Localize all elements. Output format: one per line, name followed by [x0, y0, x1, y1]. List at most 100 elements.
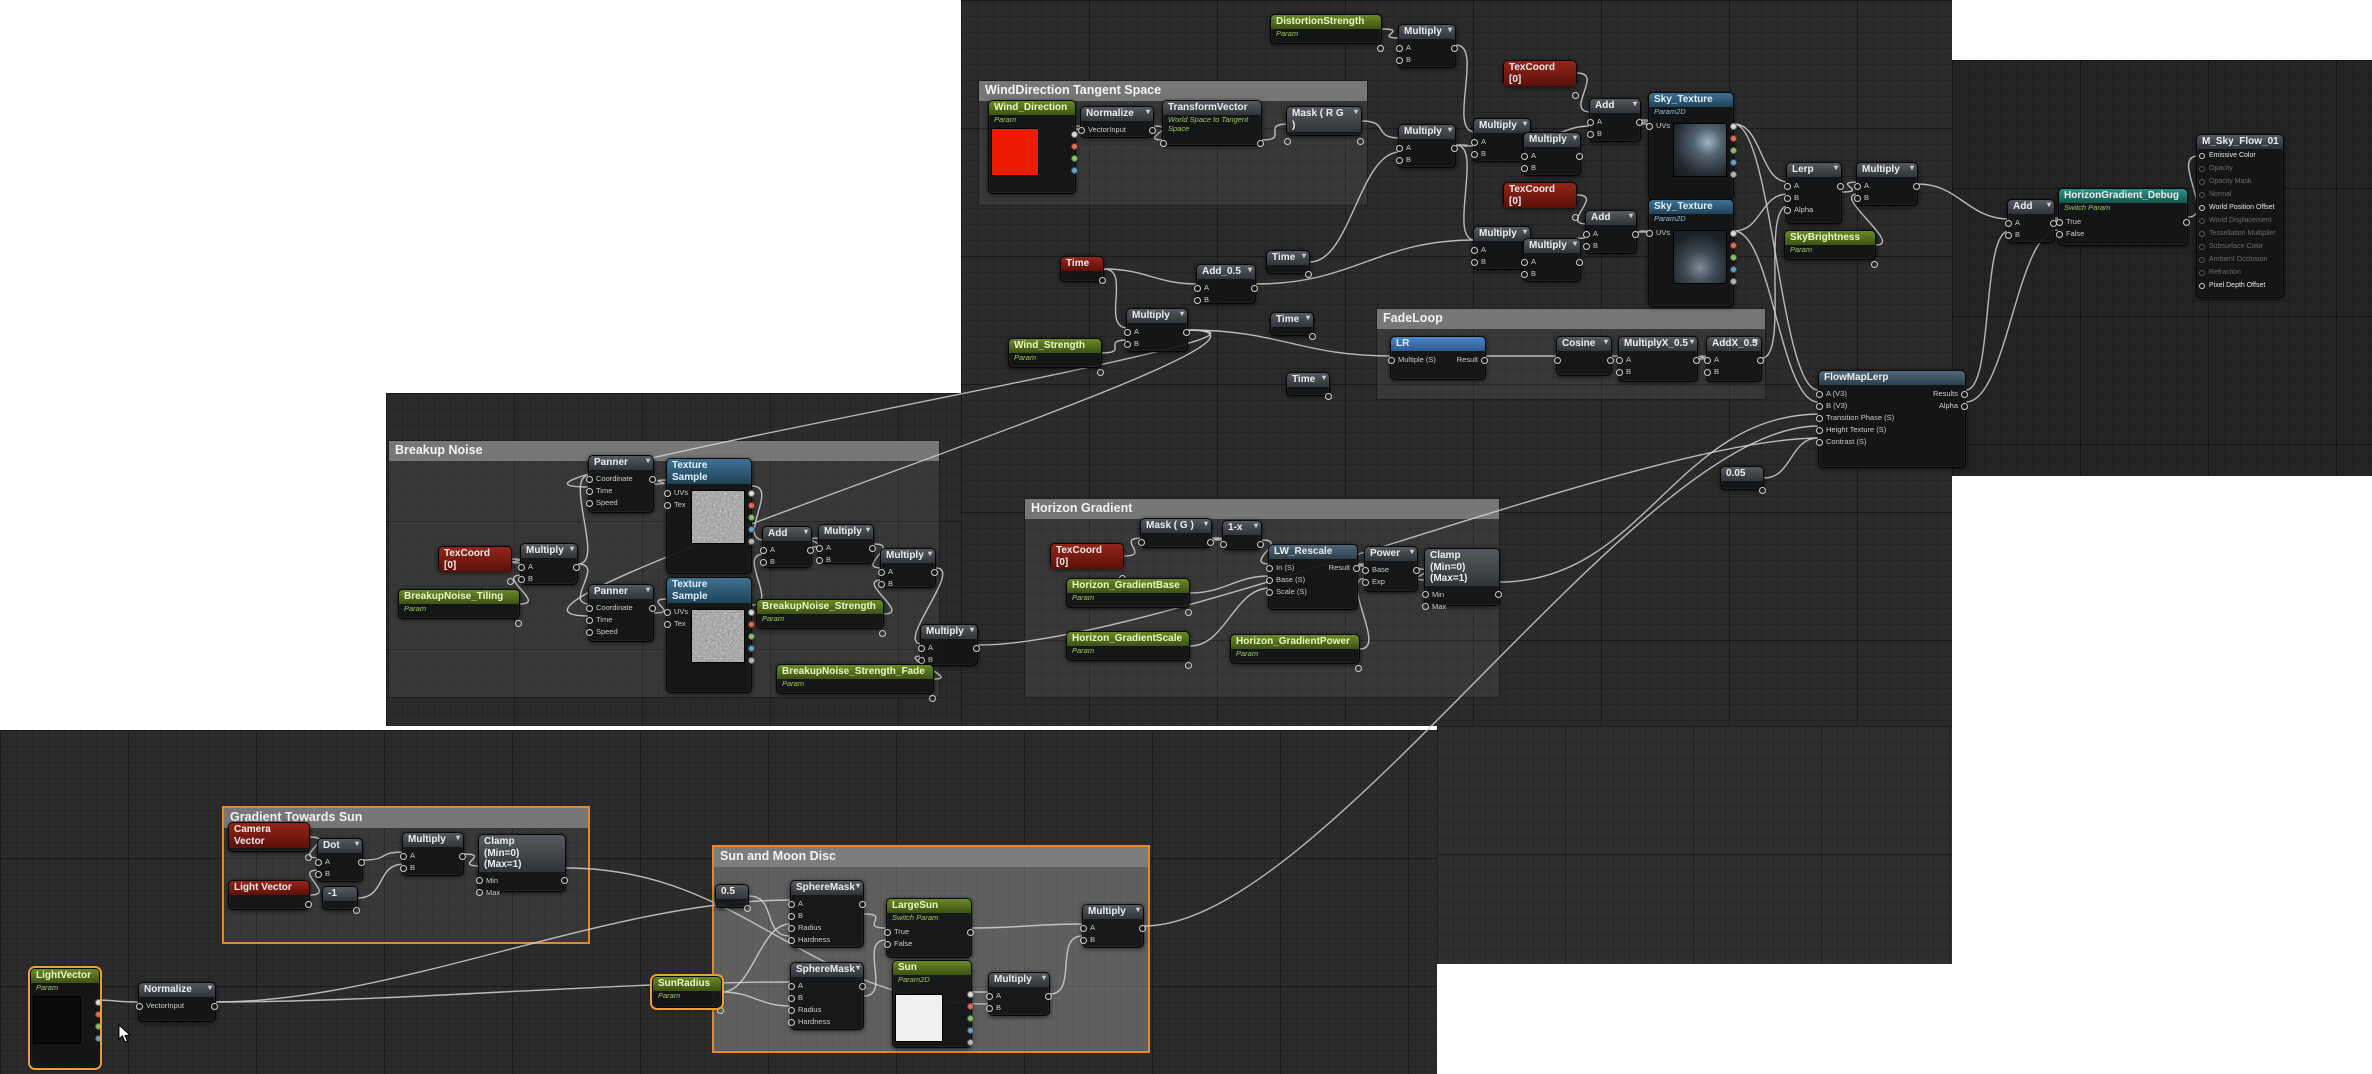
node-header[interactable]: SphereMask▾ [791, 963, 863, 977]
output-pin[interactable] [1730, 171, 1737, 178]
collapse-chevron-icon[interactable]: ▾ [1146, 107, 1150, 116]
input-pin[interactable] [1646, 230, 1653, 237]
collapse-chevron-icon[interactable]: ▾ [1180, 309, 1184, 318]
input-pin[interactable] [1396, 57, 1403, 64]
node-header[interactable]: Add▾ [2008, 200, 2054, 214]
output-pin[interactable] [1149, 127, 1156, 134]
input-pin[interactable] [788, 925, 795, 932]
output-pin[interactable] [649, 605, 656, 612]
node-light-vector-gradient[interactable]: Light Vector [228, 880, 310, 910]
input-pin[interactable] [586, 605, 593, 612]
collapse-chevron-icon[interactable]: ▾ [928, 549, 932, 558]
input-pin[interactable] [1583, 243, 1590, 250]
node-header[interactable]: Multiply▾ [1127, 309, 1187, 323]
output-pin[interactable] [1759, 487, 1766, 494]
node-header[interactable]: Horizon_GradientBase [1067, 579, 1189, 593]
input-pin[interactable] [1396, 157, 1403, 164]
output-pin[interactable] [507, 578, 514, 585]
output-pin[interactable] [1251, 285, 1258, 292]
node-header[interactable]: Wind_Strength [1009, 339, 1101, 353]
output-pin[interactable] [2183, 219, 2190, 226]
output-pin[interactable] [1207, 539, 1214, 546]
output-pin[interactable] [1097, 369, 1104, 376]
node-texture-sample-a[interactable]: Texture SampleUVsTex [666, 458, 752, 574]
input-pin[interactable] [1521, 153, 1528, 160]
node-header[interactable]: Sun [893, 961, 971, 975]
output-pin[interactable] [1730, 278, 1737, 285]
output-pin[interactable] [1730, 123, 1737, 130]
input-pin[interactable] [1220, 541, 1227, 548]
node-material-output[interactable]: M_Sky_Flow_01Emissive ColorOpacityOpacit… [2196, 134, 2284, 298]
node-lw-rescale[interactable]: LW_RescaleIn (S)Base (S)Scale (S)Result [1268, 544, 1358, 610]
node-texcoord-sky-b[interactable]: TexCoord [0] [1503, 182, 1577, 208]
node-header[interactable]: LR [1391, 337, 1485, 351]
input-pin[interactable] [760, 559, 767, 566]
node-header[interactable]: Time▾ [1271, 313, 1313, 327]
output-pin[interactable] [211, 1003, 218, 1010]
collapse-chevron-icon[interactable]: ▾ [1254, 521, 1258, 530]
input-pin[interactable] [788, 995, 795, 1002]
output-pin[interactable] [1257, 541, 1264, 548]
node-header[interactable]: Time [1061, 257, 1103, 271]
input-pin[interactable] [1471, 151, 1478, 158]
input-pin[interactable] [1396, 145, 1403, 152]
input-pin[interactable] [586, 629, 593, 636]
output-pin[interactable] [748, 538, 755, 545]
node-header[interactable]: Camera Vector [229, 823, 309, 848]
node-header[interactable]: LW_Rescale [1269, 545, 1357, 559]
input-pin[interactable] [1616, 357, 1623, 364]
input-pin[interactable] [884, 941, 891, 948]
node-header[interactable]: Multiply▾ [521, 544, 577, 558]
input-pin[interactable] [986, 1005, 993, 1012]
node-header[interactable]: MultiplyX_0.5▾ [1619, 337, 1697, 351]
collapse-chevron-icon[interactable]: ▾ [2047, 200, 2051, 209]
node-header[interactable]: Sky_Texture [1649, 93, 1733, 107]
node-header[interactable]: Horizon_GradientPower [1231, 635, 1359, 649]
node-header[interactable]: TransformVector [1163, 101, 1261, 115]
collapse-chevron-icon[interactable]: ▾ [1604, 337, 1608, 346]
node-one-minus-x[interactable]: 1-x▾ [1222, 520, 1262, 550]
input-pin[interactable] [788, 983, 795, 990]
output-pin[interactable] [807, 547, 814, 554]
output-pin[interactable] [1572, 214, 1579, 221]
node-time-c[interactable]: Time▾ [1270, 312, 1314, 336]
output-pin[interactable] [967, 1039, 974, 1046]
output-pin[interactable] [748, 657, 755, 664]
input-pin[interactable] [1194, 297, 1201, 304]
output-pin[interactable] [859, 983, 866, 990]
node-add-uv-a[interactable]: Add▾AB [1589, 98, 1641, 142]
node-header[interactable]: Time▾ [1287, 373, 1329, 387]
output-pin[interactable] [353, 907, 360, 914]
material-pin-row[interactable]: Emissive Color [2197, 149, 2283, 162]
output-pin[interactable] [859, 901, 866, 908]
node-header[interactable]: Add▾ [1586, 211, 1636, 225]
input-pin[interactable] [1521, 165, 1528, 172]
output-pin[interactable] [1357, 138, 1364, 145]
node-multiply-distortion[interactable]: Multiply▾AB [1398, 24, 1456, 68]
graph-canvas-region[interactable] [1952, 60, 2372, 476]
node-multiply-a1[interactable]: Multiply▾AB [1398, 124, 1456, 168]
node-mask-g[interactable]: Mask ( G )▾ [1140, 518, 1212, 548]
node-header[interactable]: Multiply▾ [989, 973, 1049, 987]
input-pin[interactable] [1521, 271, 1528, 278]
output-pin[interactable] [1413, 567, 1420, 574]
collapse-chevron-icon[interactable]: ▾ [856, 963, 860, 972]
node-header[interactable]: Light Vector [229, 881, 309, 895]
output-pin[interactable] [1355, 665, 1362, 672]
comment-title[interactable]: Sun and Moon Disc [714, 847, 1148, 867]
input-pin[interactable] [315, 871, 322, 878]
output-pin[interactable] [1309, 333, 1316, 340]
collapse-chevron-icon[interactable]: ▾ [1354, 107, 1358, 116]
input-pin[interactable] [788, 937, 795, 944]
input-pin[interactable] [1521, 259, 1528, 266]
output-pin[interactable] [748, 633, 755, 640]
output-pin[interactable] [1139, 925, 1146, 932]
input-pin[interactable] [1816, 439, 1823, 446]
material-pin-row[interactable]: Refraction [2197, 266, 2283, 279]
input-pin[interactable] [816, 545, 823, 552]
collapse-chevron-icon[interactable]: ▾ [646, 456, 650, 465]
input-pin[interactable] [816, 557, 823, 564]
input-pin[interactable] [1854, 195, 1861, 202]
node-header[interactable]: Multiply▾ [1857, 163, 1917, 177]
input-pin[interactable] [1362, 579, 1369, 586]
